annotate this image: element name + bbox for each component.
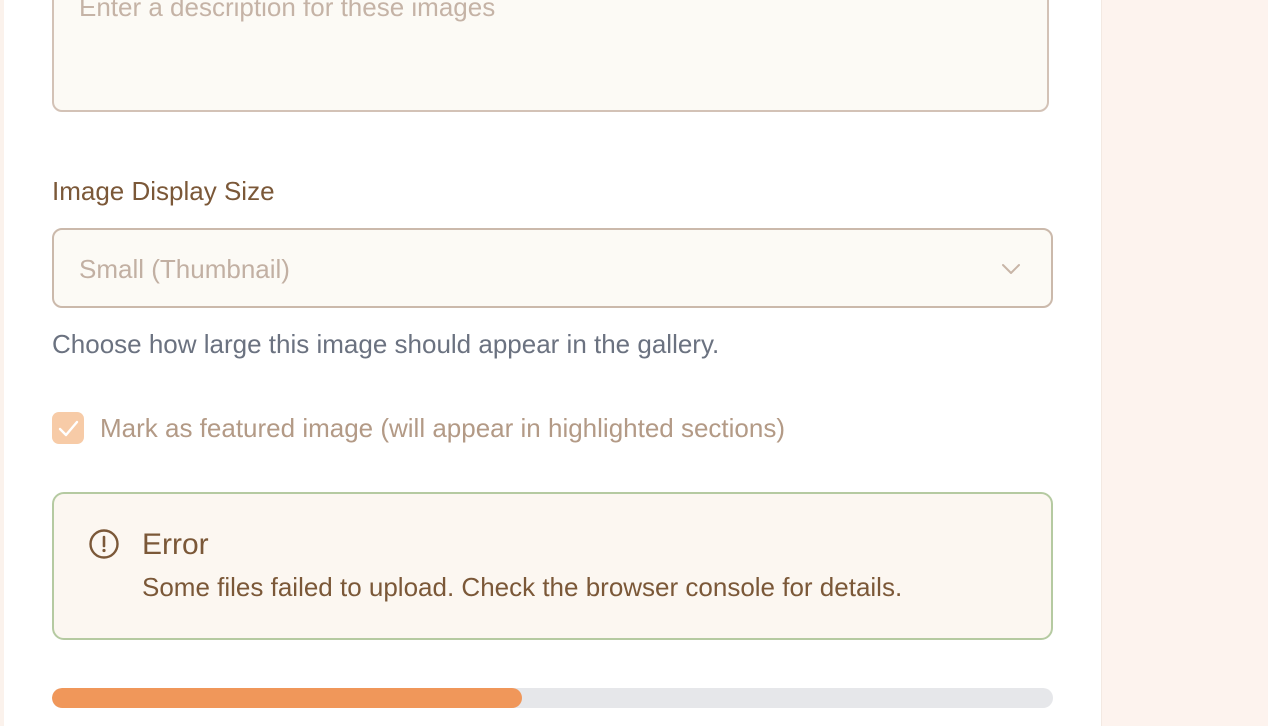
side-pane [1102,0,1268,726]
chevron-down-icon [999,257,1023,281]
display-size-value: Small (Thumbnail) [79,254,290,284]
checkmark-icon [58,420,79,437]
featured-checkbox[interactable] [52,412,84,444]
alert-circle-icon [87,527,121,566]
display-size-help: Choose how large this image should appea… [52,329,720,359]
featured-label: Mark as featured image (will appear in h… [100,413,786,443]
error-alert: Error Some files failed to upload. Check… [52,492,1053,640]
description-textarea[interactable]: Enter a description for these images [52,0,1049,112]
description-placeholder: Enter a description for these images [79,0,496,22]
alert-message: Some files failed to upload. Check the b… [142,572,903,602]
alert-title: Error [142,528,209,561]
upload-progress-bar [52,688,1053,708]
display-size-label: Image Display Size [52,176,275,206]
display-size-select[interactable]: Small (Thumbnail) [52,228,1053,308]
upload-progress-fill [52,688,523,708]
